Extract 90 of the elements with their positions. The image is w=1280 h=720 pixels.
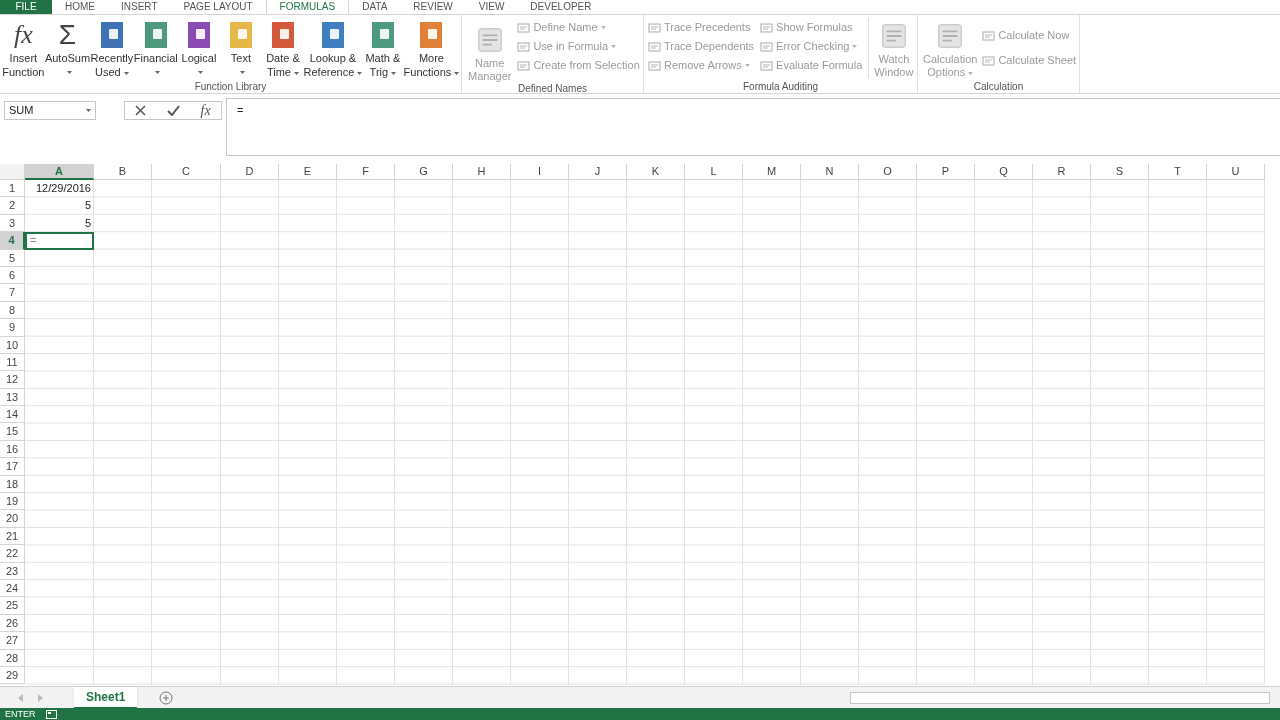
add-sheet-icon[interactable]	[159, 690, 174, 705]
column-header[interactable]: I	[511, 164, 569, 180]
column-header[interactable]: S	[1091, 164, 1149, 180]
caret-icon	[86, 109, 91, 112]
row-header[interactable]: 22	[0, 545, 25, 563]
horizontal-scrollbar[interactable]	[850, 691, 1270, 704]
column-header[interactable]: U	[1207, 164, 1265, 180]
command-icon	[648, 59, 661, 72]
column-header[interactable]: J	[569, 164, 627, 180]
file-tab[interactable]: FILE	[0, 0, 52, 14]
ribbon-tab[interactable]: HOME	[52, 0, 108, 14]
active-cell[interactable]: =	[25, 232, 94, 250]
macro-record-icon[interactable]	[45, 709, 57, 719]
row-header[interactable]: 9	[0, 319, 25, 337]
column-header[interactable]: K	[627, 164, 685, 180]
group-title: Defined Names	[517, 83, 588, 95]
row-header[interactable]: 7	[0, 284, 25, 302]
column-header[interactable]: D	[221, 164, 279, 180]
function-button[interactable]: Math & Trig	[361, 18, 404, 81]
name-box[interactable]: SUM	[4, 101, 96, 120]
row-header[interactable]: 4	[0, 232, 25, 250]
function-button[interactable]: Logical	[177, 18, 220, 81]
row-header[interactable]: 17	[0, 458, 25, 476]
ribbon-tab[interactable]: VIEW	[465, 0, 518, 14]
function-button[interactable]: Text	[219, 18, 262, 81]
formula-input[interactable]: =	[226, 98, 1280, 156]
command-icon	[648, 40, 661, 53]
column-header[interactable]: G	[395, 164, 453, 180]
command-icon	[982, 54, 996, 67]
column-header[interactable]: R	[1033, 164, 1091, 180]
function-button[interactable]: Financial	[133, 18, 178, 81]
cancel-icon[interactable]	[135, 105, 147, 116]
command-icon	[517, 21, 531, 34]
row-header[interactable]: 20	[0, 510, 25, 528]
command-icon	[760, 59, 774, 72]
group-title: Function Library	[193, 81, 268, 93]
function-button[interactable]: Σ AutoSum	[44, 18, 91, 81]
column-header[interactable]: L	[685, 164, 743, 180]
previous-sheet-icon[interactable]	[18, 693, 24, 702]
table-cell-text: 5	[83, 215, 92, 231]
group-title: Calculation	[972, 81, 1025, 93]
column-header[interactable]: B	[94, 164, 152, 180]
function-button[interactable]: Lookup & Reference	[303, 18, 362, 81]
command-icon	[648, 21, 661, 34]
column-header[interactable]: N	[801, 164, 859, 180]
row-header[interactable]: 1	[0, 180, 25, 198]
function-button[interactable]: Recently Used	[90, 18, 134, 81]
ribbon-tab[interactable]: PAGE LAYOUT	[170, 0, 266, 14]
ribbon-tab[interactable]: INSERT	[108, 0, 171, 14]
sum-icon: Σ	[58, 19, 77, 50]
column-header[interactable]: C	[152, 164, 221, 180]
column-header[interactable]: Q	[975, 164, 1033, 180]
column-header[interactable]: H	[453, 164, 511, 180]
next-sheet-icon[interactable]	[38, 693, 44, 702]
insert-function-button[interactable]: fx	[200, 100, 211, 121]
row-header[interactable]: 25	[0, 597, 25, 615]
row-header[interactable]: 14	[0, 406, 25, 424]
function-button[interactable]: fx Insert Function	[2, 18, 45, 81]
command-icon	[517, 40, 531, 53]
row-header[interactable]: 12	[0, 371, 25, 389]
function-button[interactable]: More Functions	[403, 18, 459, 81]
ribbon-tab[interactable]: REVIEW	[400, 0, 466, 14]
status-mode: ENTER	[5, 708, 36, 720]
column-header[interactable]: F	[337, 164, 395, 180]
column-header[interactable]: A	[25, 164, 94, 180]
group-title: Formula Auditing	[741, 81, 819, 93]
column-header[interactable]: O	[859, 164, 917, 180]
function-button[interactable]: Date & Time	[261, 18, 304, 81]
column-header[interactable]: T	[1149, 164, 1207, 180]
watch-window-icon	[879, 22, 908, 50]
function-icon: fx	[14, 19, 33, 50]
command-icon	[982, 29, 996, 42]
row-header[interactable]: 19	[0, 493, 25, 511]
command-icon	[517, 59, 531, 72]
table-cell-text: 5	[83, 198, 92, 214]
ribbon-tab[interactable]: FORMULAS	[265, 0, 350, 14]
row-header[interactable]: 2	[0, 197, 25, 215]
sheet-tab[interactable]: Sheet1	[74, 686, 138, 709]
ribbon-tab[interactable]: DEVELOPER	[517, 0, 605, 14]
column-header[interactable]: P	[917, 164, 975, 180]
check-icon[interactable]	[166, 105, 180, 116]
table-cell-text: 12/29/2016	[34, 181, 92, 196]
column-header[interactable]: M	[743, 164, 801, 180]
row-header[interactable]: 27	[0, 632, 25, 650]
ribbon-tab[interactable]: DATA	[349, 0, 401, 14]
name-box-value: SUM	[9, 103, 34, 119]
column-header[interactable]: E	[279, 164, 337, 180]
command-icon	[760, 21, 774, 34]
command-icon	[760, 40, 774, 53]
row-header[interactable]: 15	[0, 423, 25, 441]
